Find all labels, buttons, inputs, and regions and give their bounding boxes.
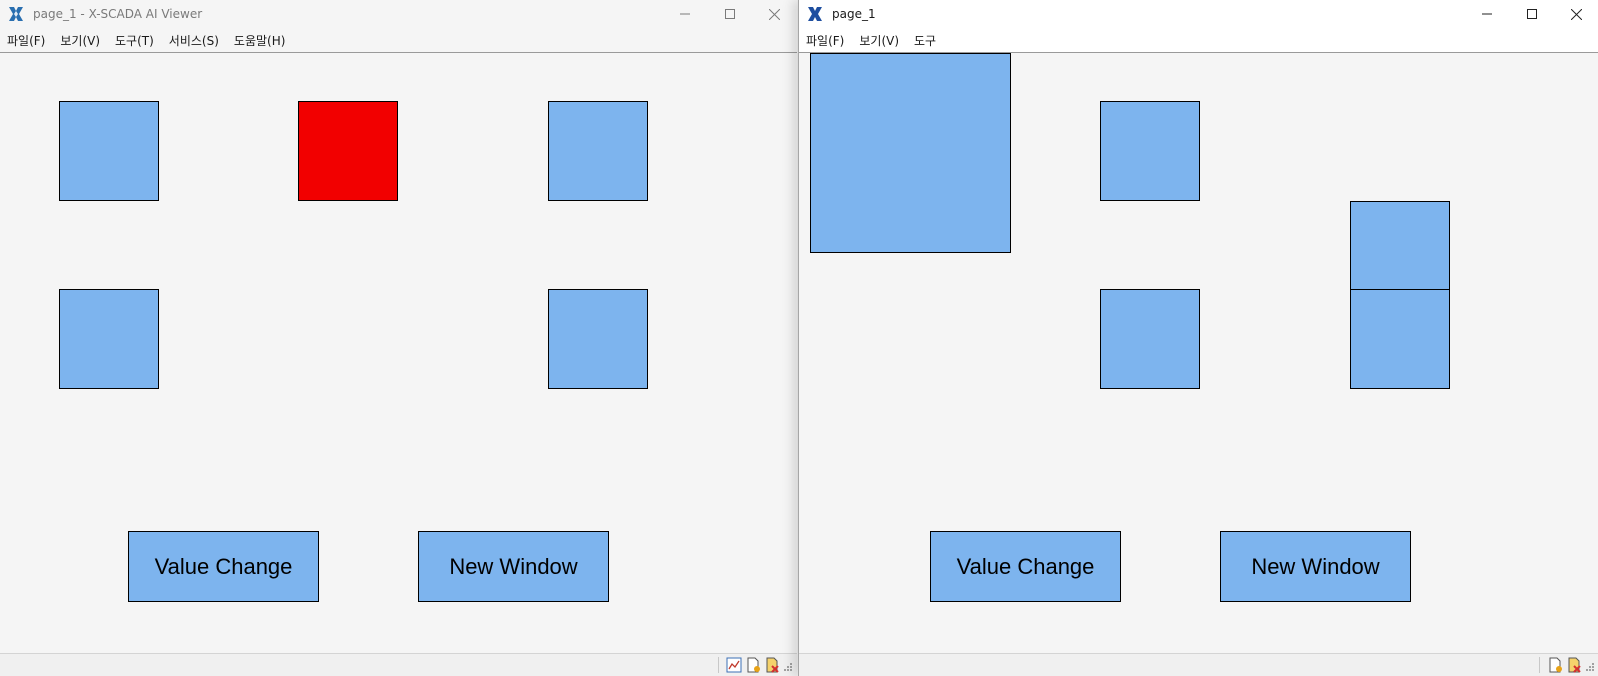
delete-document-icon[interactable]	[1566, 657, 1582, 673]
menu-help[interactable]: 도움말(H)	[227, 32, 294, 49]
shape-square[interactable]	[1100, 101, 1200, 201]
shape-square[interactable]	[1100, 289, 1200, 389]
title-bar[interactable]: page_1	[799, 0, 1598, 28]
shape-square[interactable]	[548, 101, 648, 201]
close-button[interactable]	[752, 0, 797, 28]
maximize-icon	[1526, 9, 1537, 19]
status-bar	[799, 653, 1598, 676]
shape-square[interactable]	[1350, 201, 1450, 290]
large-square[interactable]	[810, 53, 1011, 253]
delete-document-icon[interactable]	[764, 657, 780, 673]
shape-square[interactable]	[1350, 289, 1450, 389]
maximize-icon	[724, 9, 735, 19]
x-scada-app-icon	[9, 7, 23, 21]
maximize-button[interactable]	[707, 0, 752, 28]
document-icon[interactable]	[1547, 657, 1563, 673]
x-scada-app-icon	[808, 7, 822, 21]
menu-bar: 파일(F) 보기(V) 도구(T) 서비스(S) 도움말(H)	[0, 28, 797, 53]
new-window-button[interactable]: New Window	[418, 531, 609, 602]
alarm-square[interactable]	[298, 101, 398, 201]
minimize-icon	[679, 13, 690, 15]
menu-view[interactable]: 보기(V)	[53, 32, 108, 49]
window-title: page_1	[832, 7, 876, 21]
shape-square[interactable]	[59, 101, 159, 201]
scada-canvas: Value Change New Window	[799, 53, 1598, 654]
minimize-button[interactable]	[1464, 0, 1509, 28]
menu-tools[interactable]: 도구	[907, 32, 944, 49]
close-button[interactable]	[1554, 0, 1598, 28]
menu-tools[interactable]: 도구(T)	[108, 32, 162, 49]
new-window-button[interactable]: New Window	[1220, 531, 1411, 602]
menu-services[interactable]: 서비스(S)	[162, 32, 227, 49]
shape-square[interactable]	[548, 289, 648, 389]
title-bar[interactable]: page_1 - X-SCADA AI Viewer	[0, 0, 797, 28]
menu-view[interactable]: 보기(V)	[852, 32, 907, 49]
window-title: page_1 - X-SCADA AI Viewer	[33, 7, 203, 21]
viewer-window: page_1 - X-SCADA AI Viewer 파일(F) 보기(V) 도…	[0, 0, 797, 676]
resize-grip-icon[interactable]	[783, 658, 793, 672]
close-icon	[1571, 8, 1582, 20]
shape-square[interactable]	[59, 289, 159, 389]
maximize-button[interactable]	[1509, 0, 1554, 28]
resize-grip-icon[interactable]	[1585, 658, 1595, 672]
trend-chart-icon[interactable]	[726, 657, 742, 673]
close-icon	[769, 8, 780, 20]
minimize-button[interactable]	[662, 0, 707, 28]
value-change-button[interactable]: Value Change	[930, 531, 1121, 602]
minimize-icon	[1481, 13, 1492, 15]
menu-bar: 파일(F) 보기(V) 도구	[799, 28, 1598, 53]
scada-canvas: Value Change New Window	[0, 53, 797, 654]
menu-file[interactable]: 파일(F)	[799, 32, 852, 49]
status-bar	[0, 653, 797, 676]
status-separator	[718, 657, 719, 673]
popup-window: page_1 파일(F) 보기(V) 도구 Value Change New W…	[798, 0, 1598, 676]
value-change-button[interactable]: Value Change	[128, 531, 319, 602]
document-icon[interactable]	[745, 657, 761, 673]
status-separator	[1539, 657, 1540, 673]
menu-file[interactable]: 파일(F)	[0, 32, 53, 49]
